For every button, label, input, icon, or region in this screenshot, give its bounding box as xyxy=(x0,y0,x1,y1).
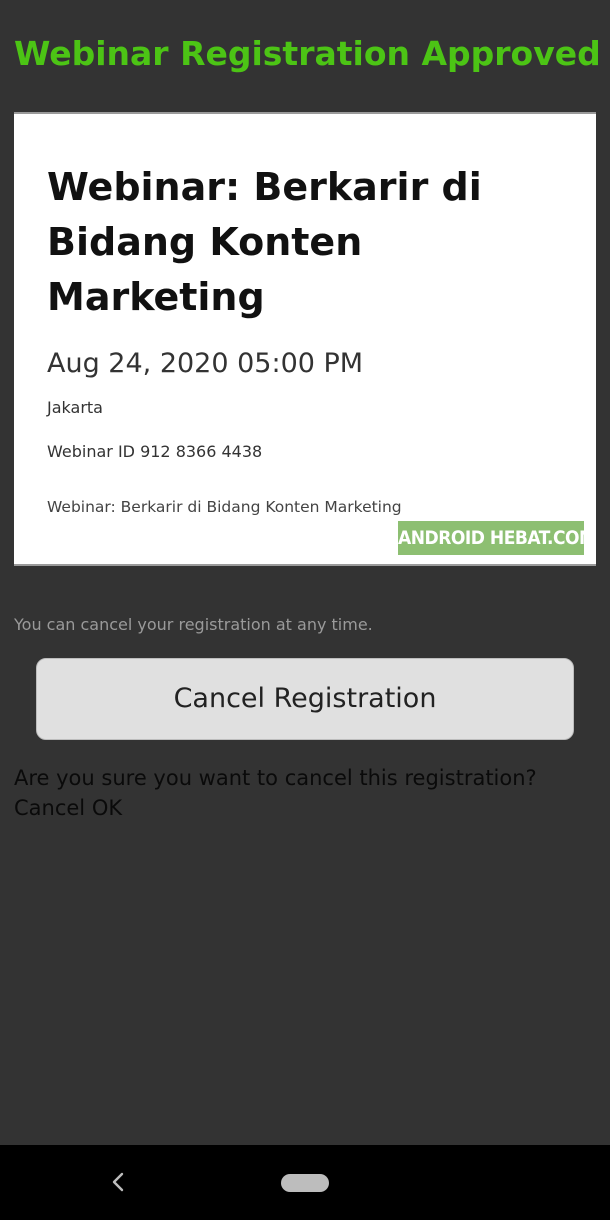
page-title: Webinar Registration Approved xyxy=(14,34,601,73)
confirm-question: Are you sure you want to cancel this reg… xyxy=(14,766,537,790)
home-pill-icon[interactable] xyxy=(281,1174,329,1192)
webinar-datetime: Aug 24, 2020 05:00 PM xyxy=(47,348,364,379)
webinar-title: Webinar: Berkarir di Bidang Konten Marke… xyxy=(47,165,482,319)
cancel-confirmation: Are you sure you want to cancel this reg… xyxy=(14,763,604,823)
confirm-ok-link[interactable]: OK xyxy=(92,796,122,820)
confirm-cancel-link[interactable]: Cancel xyxy=(14,796,85,820)
cancel-registration-button[interactable]: Cancel Registration xyxy=(36,658,574,740)
cancel-info-text: You can cancel your registration at any … xyxy=(14,615,373,634)
system-nav-bar xyxy=(0,1145,610,1220)
webinar-description: Webinar: Berkarir di Bidang Konten Marke… xyxy=(47,498,402,516)
webinar-card: Webinar: Berkarir di Bidang Konten Marke… xyxy=(14,112,596,566)
back-icon[interactable] xyxy=(106,1167,130,1197)
webinar-id: Webinar ID 912 8366 4438 xyxy=(47,442,263,461)
watermark-logo: ANDROID HEBAT.COM xyxy=(398,521,584,555)
webinar-location: Jakarta xyxy=(47,398,103,417)
